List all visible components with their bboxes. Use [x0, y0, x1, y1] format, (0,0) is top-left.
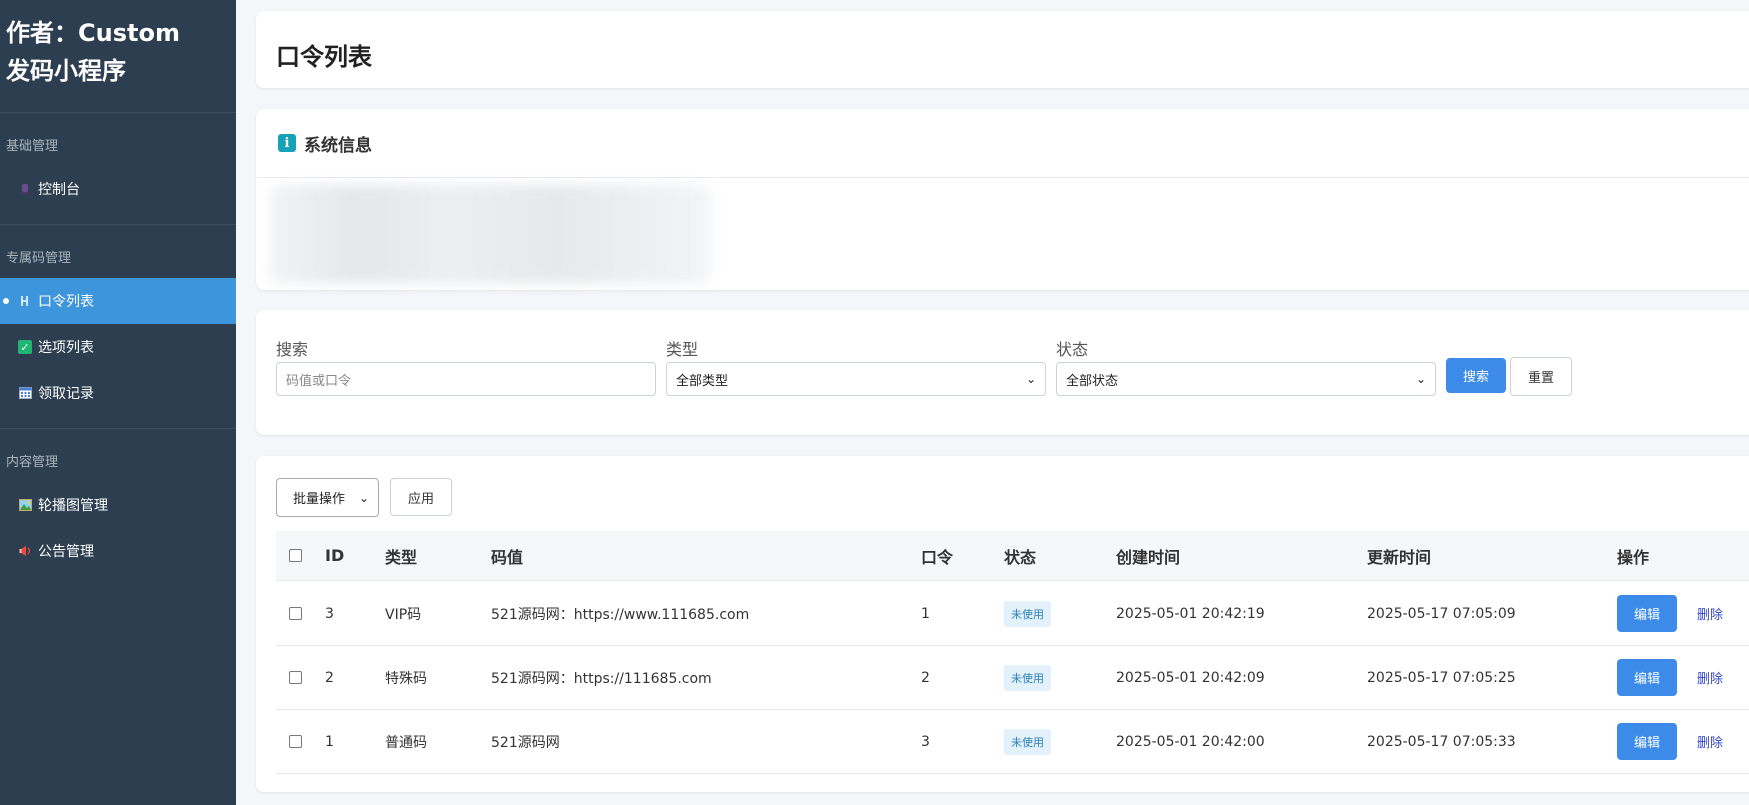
- cell-id: 2: [325, 669, 334, 686]
- search-label: 搜索: [276, 340, 309, 359]
- system-info-panel: i 系统信息: [256, 109, 1749, 290]
- cell-token: 2: [921, 669, 930, 686]
- active-dot-icon: [3, 298, 9, 304]
- status-badge: 未使用: [1004, 600, 1051, 627]
- column-header-id[interactable]: ID: [325, 531, 344, 580]
- bulk-action-select[interactable]: 批量操作 ⌄: [276, 478, 379, 517]
- sidebar-item-token-list[interactable]: 口令列表: [0, 278, 236, 324]
- column-header-created[interactable]: 创建时间: [1116, 531, 1180, 580]
- type-select-value: 全部类型: [676, 373, 729, 389]
- row-checkbox[interactable]: [289, 582, 302, 645]
- sidebar-item-label: 口令列表: [38, 294, 94, 310]
- delete-link[interactable]: 删除: [1697, 668, 1723, 687]
- table-row: 1 普通码 521源码网 3 未使用 2025-05-01 20:42:00 2…: [276, 710, 1749, 774]
- sidebar-item-label: 轮播图管理: [38, 498, 108, 514]
- dashboard-icon: [18, 182, 32, 196]
- chevron-down-icon: ⌄: [1025, 372, 1036, 386]
- type-select[interactable]: 全部类型 ⌄: [666, 362, 1046, 396]
- nav-group-title: 基础管理: [6, 139, 59, 154]
- delete-link[interactable]: 删除: [1697, 732, 1723, 751]
- calendar-icon: [18, 386, 32, 400]
- system-info-title: 系统信息: [304, 135, 372, 156]
- search-input[interactable]: 码值或口令: [276, 362, 656, 396]
- blurred-info-content: [270, 185, 710, 283]
- sidebar-item-dashboard[interactable]: 控制台: [0, 166, 236, 212]
- page-title: 口令列表: [276, 43, 372, 71]
- brand-title-line2: 发码小程序: [6, 57, 126, 85]
- nav-group-title: 内容管理: [6, 455, 59, 470]
- cell-token: 1: [921, 605, 930, 622]
- row-checkbox[interactable]: [289, 710, 302, 773]
- cell-type: 普通码: [385, 734, 427, 751]
- cell-created: 2025-05-01 20:42:19: [1116, 605, 1265, 622]
- nav-group-content: 内容管理 轮播图管理 公告管理: [0, 429, 236, 586]
- filter-panel: 搜索 码值或口令 类型 全部类型 ⌄ 状态 全部状态 ⌄ 搜索 重置: [256, 310, 1749, 435]
- cell-code: 521源码网：https://111685.com: [491, 670, 712, 687]
- token-table-panel: 批量操作 ⌄ 应用 ID 类型 码值 口令 状态 创建时间 更新时间 操作 3 …: [256, 456, 1749, 792]
- sidebar-item-label: 控制台: [38, 182, 80, 198]
- table-row: 2 特殊码 521源码网：https://111685.com 2 未使用 20…: [276, 646, 1749, 710]
- brand-title-line1: 作者：Custom: [6, 19, 180, 47]
- select-all-checkbox[interactable]: [289, 531, 302, 580]
- sidebar-item-claim-records[interactable]: 领取记录: [0, 370, 236, 416]
- sidebar-item-label: 公告管理: [38, 544, 94, 560]
- cell-code: 521源码网：https://www.111685.com: [491, 606, 750, 623]
- cell-created: 2025-05-01 20:42:00: [1116, 733, 1265, 750]
- sidebar: 作者：Custom 发码小程序 基础管理 控制台 专属码管理 口令列表 ✓ 选项…: [0, 0, 236, 805]
- type-label: 类型: [666, 340, 699, 359]
- sidebar-item-option-list[interactable]: ✓ 选项列表: [0, 324, 236, 370]
- sidebar-item-label: 选项列表: [38, 340, 94, 356]
- cell-id: 3: [325, 605, 334, 622]
- cell-type: VIP码: [385, 606, 422, 623]
- checkbox-icon: ✓: [18, 340, 32, 354]
- page-header: 口令列表: [256, 11, 1749, 88]
- column-header-updated[interactable]: 更新时间: [1367, 531, 1431, 580]
- edit-button[interactable]: 编辑: [1617, 659, 1677, 696]
- table-header: ID 类型 码值 口令 状态 创建时间 更新时间 操作: [276, 531, 1749, 581]
- info-icon: i: [278, 134, 296, 152]
- delete-link[interactable]: 删除: [1697, 604, 1723, 623]
- nav-group-codes: 专属码管理 口令列表 ✓ 选项列表 领取记录: [0, 225, 236, 429]
- apply-button[interactable]: 应用: [390, 478, 452, 516]
- cell-created: 2025-05-01 20:42:09: [1116, 669, 1265, 686]
- status-label: 状态: [1056, 340, 1089, 359]
- row-checkbox[interactable]: [289, 646, 302, 709]
- status-badge: 未使用: [1004, 728, 1051, 755]
- cell-updated: 2025-05-17 07:05:09: [1367, 605, 1516, 622]
- status-select-value: 全部状态: [1066, 373, 1119, 389]
- search-placeholder: 码值或口令: [286, 373, 352, 389]
- main-content: 口令列表 i 系统信息 搜索 码值或口令 类型 全部类型 ⌄ 状态 全部状态 ⌄…: [256, 0, 1749, 805]
- table-row: 3 VIP码 521源码网：https://www.111685.com 1 未…: [276, 582, 1749, 646]
- cell-updated: 2025-05-17 07:05:33: [1367, 733, 1516, 750]
- column-header-status[interactable]: 状态: [1004, 531, 1036, 580]
- nav-group-basic: 基础管理 控制台: [0, 113, 236, 225]
- column-header-code[interactable]: 码值: [491, 531, 523, 580]
- cell-updated: 2025-05-17 07:05:25: [1367, 669, 1516, 686]
- list-icon: [18, 294, 32, 308]
- status-select[interactable]: 全部状态 ⌄: [1056, 362, 1436, 396]
- cell-id: 1: [325, 733, 334, 750]
- chevron-down-icon: ⌄: [358, 490, 369, 505]
- reset-button[interactable]: 重置: [1510, 357, 1572, 396]
- sidebar-item-label: 领取记录: [38, 386, 94, 402]
- cell-token: 3: [921, 733, 930, 750]
- column-header-token[interactable]: 口令: [921, 531, 953, 580]
- sidebar-item-carousel[interactable]: 轮播图管理: [0, 482, 236, 528]
- cell-code: 521源码网: [491, 734, 560, 751]
- column-header-type[interactable]: 类型: [385, 531, 417, 580]
- nav-group-title: 专属码管理: [6, 251, 72, 266]
- brand: 作者：Custom 发码小程序: [0, 0, 236, 113]
- status-badge: 未使用: [1004, 664, 1051, 691]
- column-header-actions: 操作: [1617, 547, 1650, 567]
- edit-button[interactable]: 编辑: [1617, 723, 1677, 760]
- image-icon: [18, 498, 32, 512]
- edit-button[interactable]: 编辑: [1617, 595, 1677, 632]
- bulk-action-value: 批量操作: [293, 492, 346, 507]
- cell-type: 特殊码: [385, 670, 427, 687]
- chevron-down-icon: ⌄: [1415, 372, 1426, 386]
- megaphone-icon: [18, 544, 32, 558]
- search-button[interactable]: 搜索: [1446, 358, 1506, 393]
- system-info-header: i 系统信息: [256, 109, 1749, 178]
- sidebar-item-announcements[interactable]: 公告管理: [0, 528, 236, 574]
